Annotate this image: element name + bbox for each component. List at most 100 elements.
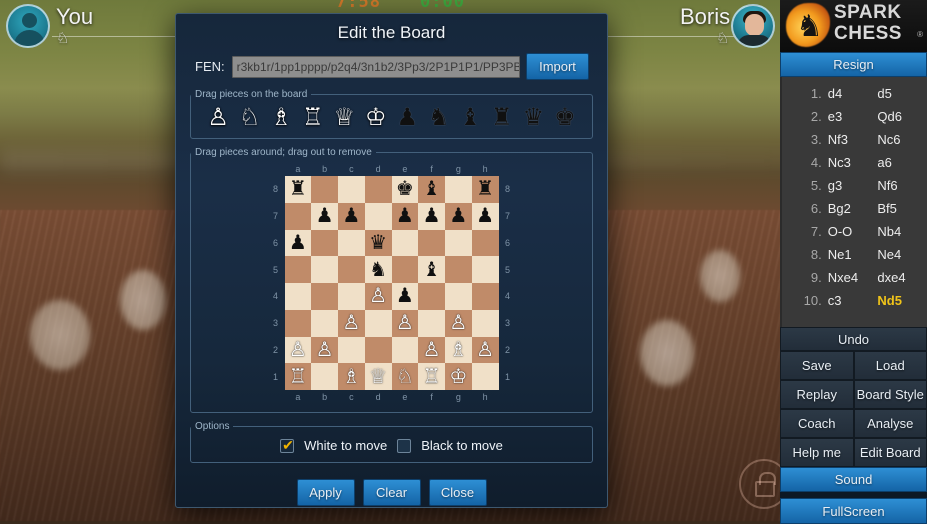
white-to-move-checkbox[interactable] — [280, 439, 294, 453]
piece-white-pawn[interactable]: ♙ — [342, 313, 360, 333]
move-row[interactable]: 1.d4d5 — [782, 82, 927, 105]
square-g1[interactable]: ♔ — [445, 363, 472, 390]
square-d2[interactable] — [365, 337, 392, 364]
square-h8[interactable]: ♜ — [472, 176, 499, 203]
white-to-move-label[interactable]: White to move — [304, 438, 387, 453]
square-c2[interactable] — [338, 337, 365, 364]
palette-black-king[interactable]: ♚ — [554, 106, 576, 130]
piece-black-pawn[interactable]: ♟ — [342, 206, 360, 226]
square-c5[interactable] — [338, 256, 365, 283]
square-b5[interactable] — [311, 256, 338, 283]
piece-white-pawn[interactable]: ♙ — [316, 340, 334, 360]
palette-black-bishop[interactable]: ♝ — [460, 106, 482, 130]
avatar-white-player[interactable] — [6, 4, 50, 48]
square-a7[interactable] — [285, 203, 312, 230]
square-b6[interactable] — [311, 230, 338, 257]
avatar-black-player[interactable] — [731, 4, 775, 48]
piece-white-pawn[interactable]: ♙ — [396, 313, 414, 333]
square-c7[interactable]: ♟ — [338, 203, 365, 230]
move-row[interactable]: 4.Nc3a6 — [782, 151, 927, 174]
move-black[interactable]: Nf6 — [877, 178, 927, 193]
square-e6[interactable] — [392, 230, 419, 257]
square-d1[interactable]: ♕ — [365, 363, 392, 390]
move-row[interactable]: 2.e3Qd6 — [782, 105, 927, 128]
square-d6[interactable]: ♛ — [365, 230, 392, 257]
palette-white-bishop[interactable]: ♗ — [270, 106, 292, 130]
square-e2[interactable] — [392, 337, 419, 364]
square-g8[interactable] — [445, 176, 472, 203]
palette-white-rook[interactable]: ♖ — [302, 106, 324, 130]
sound-button[interactable]: Sound — [780, 467, 927, 492]
square-d3[interactable] — [365, 310, 392, 337]
piece-white-pawn[interactable]: ♙ — [369, 286, 387, 306]
move-white[interactable]: Nxe4 — [828, 270, 878, 285]
move-white[interactable]: Nc3 — [828, 155, 878, 170]
square-c3[interactable]: ♙ — [338, 310, 365, 337]
move-black[interactable]: Nd5 — [877, 293, 927, 308]
square-f5[interactable]: ♝ — [418, 256, 445, 283]
move-black[interactable]: Qd6 — [877, 109, 927, 124]
square-h3[interactable] — [472, 310, 499, 337]
piece-white-bishop[interactable]: ♗ — [449, 340, 467, 360]
piece-black-bishop[interactable]: ♝ — [423, 260, 441, 280]
square-a1[interactable]: ♖ — [285, 363, 312, 390]
square-f6[interactable] — [418, 230, 445, 257]
square-g2[interactable]: ♗ — [445, 337, 472, 364]
move-row[interactable]: 5.g3Nf6 — [782, 174, 927, 197]
move-black[interactable]: Nc6 — [877, 132, 927, 147]
piece-white-knight[interactable]: ♘ — [396, 367, 414, 387]
square-e3[interactable]: ♙ — [392, 310, 419, 337]
palette-white-king[interactable]: ♔ — [365, 106, 387, 130]
square-h1[interactable] — [472, 363, 499, 390]
fen-input[interactable]: r3kb1r/1pp1pppp/p2q4/3n1b2/3Pp3/2P1P1P1/… — [232, 56, 520, 78]
palette-white-queen[interactable]: ♕ — [333, 106, 355, 130]
move-row[interactable]: 6.Bg2Bf5 — [782, 197, 927, 220]
apply-button[interactable]: Apply — [297, 479, 355, 506]
palette-black-queen[interactable]: ♛ — [523, 106, 545, 130]
move-black[interactable]: Nb4 — [877, 224, 927, 239]
move-row[interactable]: 8.Ne1Ne4 — [782, 243, 927, 266]
square-e7[interactable]: ♟ — [392, 203, 419, 230]
square-a3[interactable] — [285, 310, 312, 337]
square-d7[interactable] — [365, 203, 392, 230]
square-c1[interactable]: ♗ — [338, 363, 365, 390]
square-a5[interactable] — [285, 256, 312, 283]
square-b3[interactable] — [311, 310, 338, 337]
piece-black-pawn[interactable]: ♟ — [316, 206, 334, 226]
piece-white-rook[interactable]: ♖ — [289, 367, 307, 387]
move-white[interactable]: c3 — [828, 293, 878, 308]
piece-white-bishop[interactable]: ♗ — [342, 367, 360, 387]
piece-black-pawn[interactable]: ♟ — [396, 286, 414, 306]
move-white[interactable]: O-O — [828, 224, 878, 239]
sidebar-replay-button[interactable]: Replay — [780, 380, 854, 409]
sidebar-analyse-button[interactable]: Analyse — [854, 409, 927, 438]
square-g5[interactable] — [445, 256, 472, 283]
piece-black-rook[interactable]: ♜ — [476, 179, 494, 199]
piece-palette[interactable]: ♙♘♗♖♕♔♟♞♝♜♛♚ — [191, 104, 592, 130]
square-c8[interactable] — [338, 176, 365, 203]
square-c6[interactable] — [338, 230, 365, 257]
square-h2[interactable]: ♙ — [472, 337, 499, 364]
move-black[interactable]: Bf5 — [877, 201, 927, 216]
move-row[interactable]: 3.Nf3Nc6 — [782, 128, 927, 151]
square-h5[interactable] — [472, 256, 499, 283]
square-g6[interactable] — [445, 230, 472, 257]
move-black[interactable]: a6 — [877, 155, 927, 170]
square-h6[interactable] — [472, 230, 499, 257]
move-list[interactable]: 1.d4d52.e3Qd63.Nf3Nc64.Nc3a65.g3Nf66.Bg2… — [780, 77, 927, 327]
square-d5[interactable]: ♞ — [365, 256, 392, 283]
square-h7[interactable]: ♟ — [472, 203, 499, 230]
move-white[interactable]: d4 — [828, 86, 878, 101]
sidebar-save-button[interactable]: Save — [780, 351, 854, 380]
palette-white-pawn[interactable]: ♙ — [207, 106, 229, 130]
move-row[interactable]: 9.Nxe4dxe4 — [782, 266, 927, 289]
square-h4[interactable] — [472, 283, 499, 310]
piece-white-rook[interactable]: ♖ — [423, 367, 441, 387]
sidebar-board-style-button[interactable]: Board Style — [854, 380, 927, 409]
square-e1[interactable]: ♘ — [392, 363, 419, 390]
piece-white-pawn[interactable]: ♙ — [449, 313, 467, 333]
piece-white-pawn[interactable]: ♙ — [476, 340, 494, 360]
piece-black-pawn[interactable]: ♟ — [449, 206, 467, 226]
square-e4[interactable]: ♟ — [392, 283, 419, 310]
square-a2[interactable]: ♙ — [285, 337, 312, 364]
